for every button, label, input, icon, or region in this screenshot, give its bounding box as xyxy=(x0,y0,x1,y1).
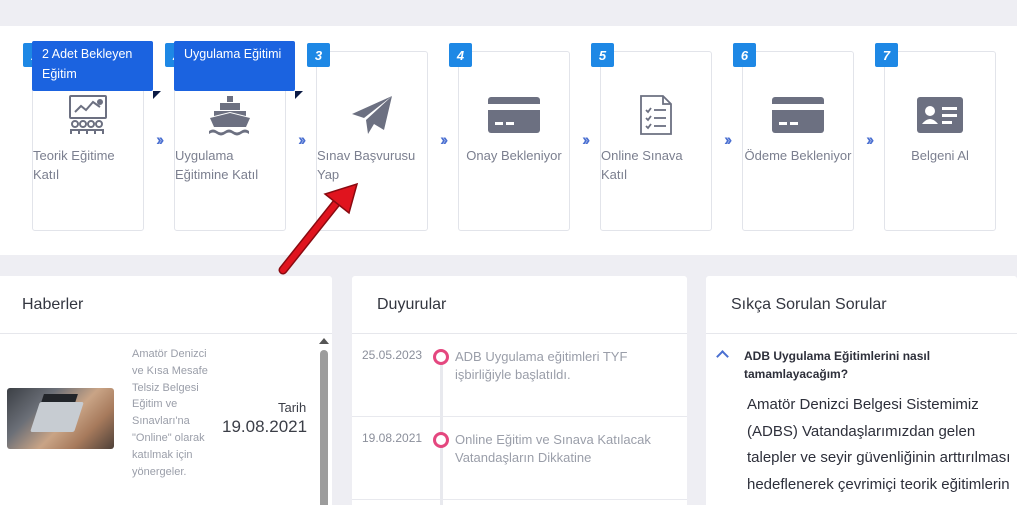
news-scrollbar[interactable] xyxy=(318,338,330,505)
steps-band: 1 2 Adet Bekleyen Eğitim Teorik Eğitime … xyxy=(0,26,1017,255)
step-label: Sınav Başvurusu Yap xyxy=(317,148,416,182)
step-sinav-basvurusu[interactable]: 3 Sınav Başvurusu Yap xyxy=(307,43,428,231)
timeline-dot-icon xyxy=(433,432,449,448)
news-thumbnail[interactable] xyxy=(7,388,114,449)
announcements-title: Duyurular xyxy=(352,276,687,334)
step-belgeni-al[interactable]: 7 Belgeni Al xyxy=(875,43,996,231)
announcements-list: 25.05.2023 ADB Uygulama eğitimleri TYF i… xyxy=(352,334,687,505)
announcement-item[interactable]: 19.08.2021 Online Eğitim ve Sınava Katıl… xyxy=(352,417,687,500)
announcement-text[interactable]: ADB Uygulama eğitimleri TYF işbirliğiyle… xyxy=(455,348,655,384)
faq-panel: Sıkça Sorulan Sorular ADB Uygulama Eğiti… xyxy=(706,276,1017,505)
timeline-dot-icon xyxy=(433,349,449,365)
step-number: 3 xyxy=(307,43,330,67)
practice-training-badge: Uygulama Eğitimi xyxy=(174,41,303,99)
chevron-right-icon: ›› xyxy=(582,130,591,149)
announcements-panel: Duyurular 25.05.2023 ADB Uygulama eğitim… xyxy=(352,276,687,505)
announcement-text[interactable]: Online Eğitim ve Sınava Katılacak Vatand… xyxy=(455,431,655,467)
chevron-right-icon: ›› xyxy=(298,130,307,149)
news-date: 19.08.2021 xyxy=(222,417,308,436)
credit-card-icon xyxy=(743,92,853,138)
announcement-date: 25.05.2023 xyxy=(362,348,423,362)
step-label: Ödeme Bekleniyor xyxy=(744,148,852,163)
step-label: Online Sınava Katıl xyxy=(601,148,683,182)
news-list: Amatör Denizci ve Kısa Mesafe Telsiz Bel… xyxy=(0,334,332,505)
chevron-right-icon: ›› xyxy=(440,130,449,149)
announcement-item[interactable]: 25.05.2023 ADB Uygulama eğitimleri TYF i… xyxy=(352,334,687,417)
pending-training-badge: 2 Adet Bekleyen Eğitim xyxy=(32,41,161,99)
step-onay-bekleniyor[interactable]: 4 Onay Bekleniyor xyxy=(449,43,570,231)
announcement-date: 19.08.2021 xyxy=(362,431,423,445)
ship-icon xyxy=(175,92,285,138)
step-label: Uygulama Eğitimine Katıl xyxy=(175,148,259,182)
step-uygulama-egitimi[interactable]: 2 Uygulama Eğitimi Uygulama Eğitimine Ka… xyxy=(165,41,303,231)
step-label: Teorik Eğitime Katıl xyxy=(33,148,115,182)
faq-answer: Amatör Denizci Belgesi Sistemimiz (ADBS)… xyxy=(747,396,1011,493)
step-online-sinav[interactable]: 5 Online Sınava Katıl xyxy=(591,43,712,231)
chevron-right-icon: ›› xyxy=(866,130,875,149)
step-number: 4 xyxy=(449,43,472,67)
checklist-document-icon xyxy=(601,92,711,138)
classroom-icon xyxy=(33,92,143,138)
chevron-right-icon: ›› xyxy=(724,130,733,149)
faq-list: ADB Uygulama Eğitimlerini nasıl tamamlay… xyxy=(706,334,1017,505)
step-label: Onay Bekleniyor xyxy=(466,148,562,163)
news-date-label: Tarih xyxy=(278,400,307,415)
faq-title: Sıkça Sorulan Sorular xyxy=(706,276,1017,334)
news-title: Haberler xyxy=(0,276,332,334)
chevron-up-icon[interactable] xyxy=(716,350,729,363)
credit-card-icon xyxy=(459,92,569,138)
news-text[interactable]: Amatör Denizci ve Kısa Mesafe Telsiz Bel… xyxy=(132,346,214,480)
chevron-right-icon: ›› xyxy=(156,130,165,149)
faq-question[interactable]: ADB Uygulama Eğitimlerini nasıl tamamlay… xyxy=(744,348,974,383)
scroll-up-arrow-icon[interactable] xyxy=(319,338,329,344)
step-label: Belgeni Al xyxy=(911,148,969,163)
scroll-thumb[interactable] xyxy=(320,350,328,505)
step-odeme-bekleniyor[interactable]: 6 Ödeme Bekleniyor xyxy=(733,43,854,231)
step-number: 7 xyxy=(875,43,898,67)
id-card-icon xyxy=(885,92,995,138)
step-number: 5 xyxy=(591,43,614,67)
step-teorik-egitim[interactable]: 1 2 Adet Bekleyen Eğitim Teorik Eğitime … xyxy=(23,41,161,231)
paper-plane-icon xyxy=(317,92,427,138)
step-number: 6 xyxy=(733,43,756,67)
news-panel: Haberler Amatör Denizci ve Kısa Mesafe T… xyxy=(0,276,332,505)
